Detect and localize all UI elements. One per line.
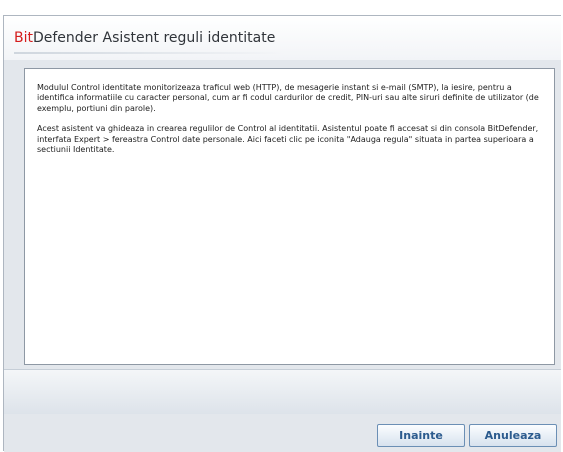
description-paragraph-1: Modulul Control identitate monitorizeaza… [37, 83, 539, 113]
window-title: BitDefender Asistent reguli identitate [14, 30, 275, 46]
description-paragraph-2: Acest asistent va ghideaza in crearea re… [37, 124, 539, 155]
next-button[interactable]: Inainte [377, 424, 465, 447]
title-divider [14, 52, 284, 54]
title-text: Defender Asistent reguli identitate [32, 30, 276, 46]
title-bar: BitDefender Asistent reguli identitate [4, 16, 561, 60]
content-panel: Modulul Control identitate monitorizeaza… [24, 68, 555, 365]
description-text: Modulul Control identitate monitorizeaza… [37, 83, 543, 165]
title-brand: Bit [14, 30, 33, 46]
wizard-window: BitDefender Asistent reguli identitate M… [3, 15, 561, 452]
lower-band [4, 369, 561, 415]
cancel-button[interactable]: Anuleaza [469, 424, 557, 447]
button-bar: Inainte Anuleaza [4, 414, 561, 452]
